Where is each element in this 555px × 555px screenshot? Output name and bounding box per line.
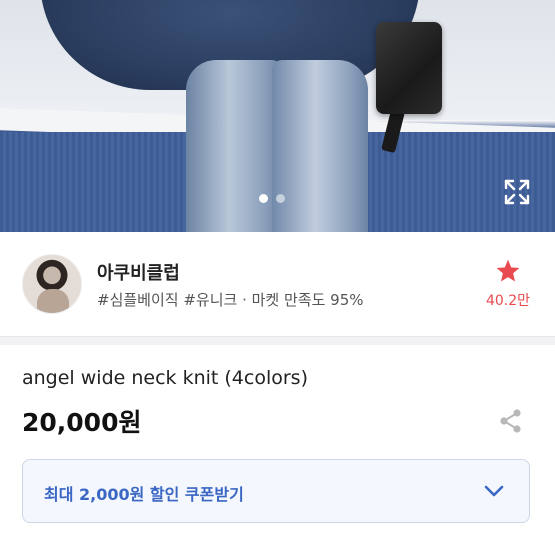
seller-avatar[interactable]: [22, 254, 82, 314]
photo-bag: [376, 22, 442, 114]
carousel-dot[interactable]: [276, 194, 285, 203]
product-image-carousel[interactable]: [0, 0, 555, 232]
star-icon: [496, 259, 520, 282]
expand-icon[interactable]: [503, 178, 531, 206]
seller-row[interactable]: 아쿠비클럽 #심플베이직 #유니크 · 마켓 만족도 95% 40.2만: [0, 232, 555, 336]
product-price: 20,000원: [22, 408, 142, 437]
carousel-dot-active[interactable]: [259, 194, 268, 203]
carousel-indicator: [259, 194, 285, 203]
favorite-count: 40.2만: [485, 293, 531, 309]
seller-tags: #심플베이직 #유니크 · 마켓 만족도 95%: [97, 291, 364, 309]
product-title: angel wide neck knit (4colors): [22, 367, 308, 389]
photo-jeans-left: [186, 60, 282, 232]
section-divider: [0, 336, 555, 345]
seller-name[interactable]: 아쿠비클럽: [97, 259, 180, 285]
photo-jeans-right: [272, 60, 368, 232]
chevron-down-icon: [484, 485, 504, 497]
avatar-figure: [37, 289, 69, 313]
coupon-button[interactable]: 최대 2,000원 할인 쿠폰받기: [22, 459, 530, 523]
favorite-button[interactable]: 40.2만: [480, 258, 536, 310]
coupon-label: 최대 2,000원 할인 쿠폰받기: [44, 485, 244, 504]
share-icon[interactable]: [498, 408, 524, 434]
